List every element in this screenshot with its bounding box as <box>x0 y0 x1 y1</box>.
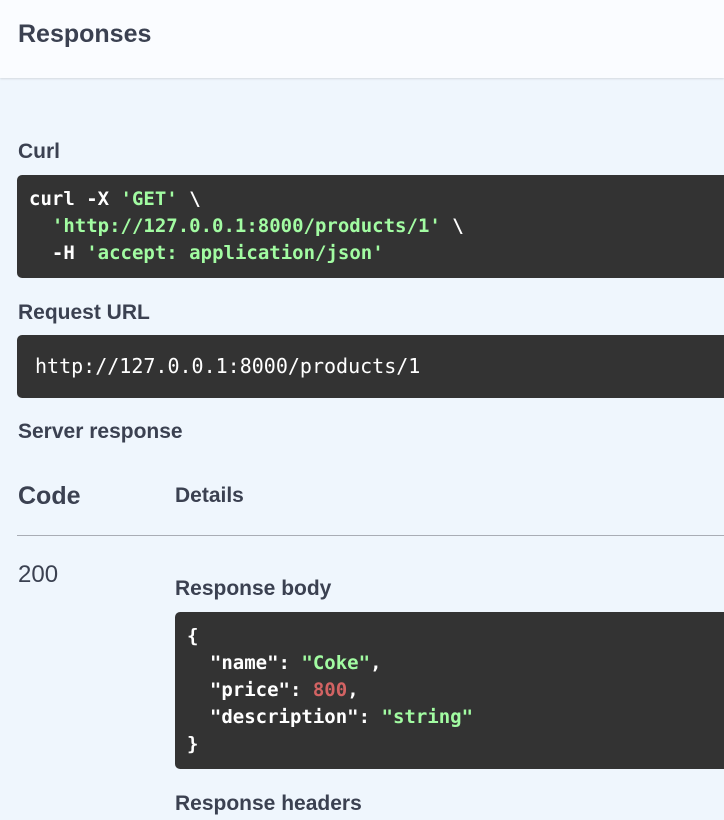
json-value-name: "Coke" <box>301 652 371 674</box>
status-code: 200 <box>18 561 59 588</box>
curl-indent-1 <box>29 215 52 237</box>
curl-header-flag: -H <box>51 242 75 264</box>
table-divider <box>17 535 724 536</box>
curl-cmd: curl -X <box>29 188 110 210</box>
server-response-label: Server response <box>18 420 183 443</box>
request-url-label: Request URL <box>18 301 150 324</box>
response-body-label: Response body <box>175 577 332 600</box>
json-key-description: "description" <box>209 706 359 728</box>
curl-header-value: 'accept: application/json' <box>86 242 384 264</box>
json-close-brace: } <box>187 733 199 755</box>
curl-label: Curl <box>18 140 60 163</box>
responses-title: Responses <box>18 20 152 48</box>
details-column-header: Details <box>175 484 244 507</box>
curl-continuation-2: \ <box>452 215 464 237</box>
request-url-value[interactable]: http://127.0.0.1:8000/products/1 <box>17 335 724 398</box>
json-value-description: "string" <box>381 706 474 728</box>
json-open-brace: { <box>187 625 199 647</box>
curl-continuation-1: \ <box>189 188 201 210</box>
json-key-name: "name" <box>209 652 279 674</box>
curl-url: 'http://127.0.0.1:8000/products/1' <box>51 215 441 237</box>
response-body-code[interactable]: { "name": "Coke", "price": 800, "descrip… <box>175 612 724 769</box>
responses-header: Responses <box>0 0 724 78</box>
json-key-price: "price" <box>209 679 290 701</box>
curl-indent-2 <box>29 242 52 264</box>
curl-code-block[interactable]: curl -X 'GET' \ 'http://127.0.0.1:8000/p… <box>17 175 724 278</box>
json-value-price: 800 <box>312 679 348 701</box>
response-headers-label: Response headers <box>175 792 362 815</box>
code-column-header: Code <box>18 482 81 510</box>
curl-method: 'GET' <box>120 188 178 210</box>
